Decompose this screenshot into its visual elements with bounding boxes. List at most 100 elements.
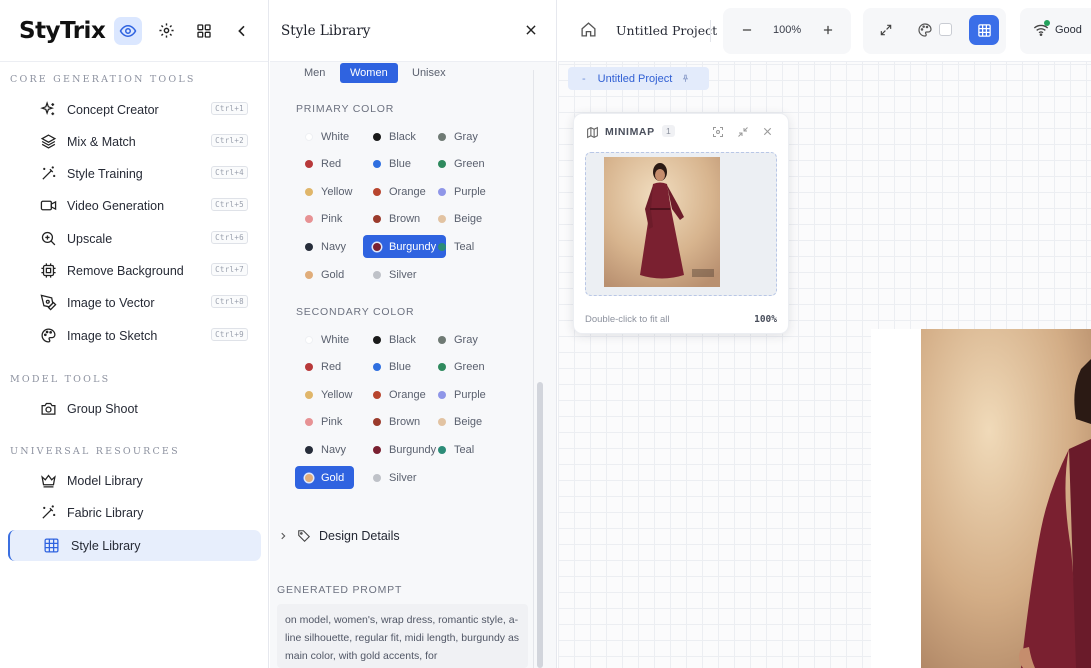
secondary-color-purple[interactable]: Purple: [438, 383, 486, 406]
minimap-close-button[interactable]: [762, 126, 773, 137]
color-label: White: [321, 130, 350, 143]
gender-option-unisex[interactable]: Unisex: [412, 63, 446, 83]
shortcut-badge: Ctrl+5: [211, 198, 248, 211]
primary-color-brown[interactable]: Brown: [373, 208, 420, 231]
sidebar: StyTrix CORE GENERATION TOOLS Concept Cr…: [0, 0, 269, 668]
theme-button[interactable]: [917, 22, 933, 38]
color-label: Navy: [321, 240, 347, 253]
color-label: Gray: [454, 333, 478, 346]
secondary-color-brown[interactable]: Brown: [373, 411, 420, 434]
primary-color-pink[interactable]: Pink: [305, 208, 342, 231]
secondary-color-red[interactable]: Red: [305, 356, 341, 379]
primary-color-red[interactable]: Red: [305, 153, 341, 176]
primary-color-white[interactable]: White: [305, 125, 349, 148]
preview-toggle-button[interactable]: [114, 16, 143, 45]
secondary-color-beige[interactable]: Beige: [438, 411, 482, 434]
close-icon: [526, 25, 536, 35]
color-swatch: [373, 335, 381, 344]
secondary-color-silver[interactable]: Silver: [373, 466, 417, 489]
sidebar-item-label: Image to Vector: [67, 295, 155, 310]
secondary-color-teal[interactable]: Teal: [438, 438, 474, 461]
secondary-color-gray[interactable]: Gray: [438, 328, 478, 351]
sidebar-item-concept-creator[interactable]: Concept Creator Ctrl+1: [8, 94, 261, 125]
color-swatch: [305, 445, 313, 454]
zoom-in-button[interactable]: [821, 23, 835, 37]
scrollbar-thumb[interactable]: [537, 382, 543, 668]
sidebar-item-video-generation[interactable]: Video Generation Ctrl+5: [8, 190, 261, 221]
home-button[interactable]: [580, 21, 597, 38]
canvas-image[interactable]: [871, 329, 1091, 668]
sidebar-item-fabric-library[interactable]: Fabric Library: [8, 497, 261, 528]
sidebar-item-image-to-sketch[interactable]: Image to Sketch Ctrl+9: [8, 320, 261, 351]
color-swatch: [438, 160, 446, 169]
minimap-hint: Double-click to fit all: [585, 314, 670, 325]
primary-color-navy[interactable]: Navy: [305, 235, 346, 258]
primary-color-silver[interactable]: Silver: [373, 263, 417, 286]
settings-button[interactable]: [152, 17, 180, 45]
sidebar-item-style-training[interactable]: Style Training Ctrl+4: [8, 158, 261, 189]
canvas-image-photo: [921, 329, 1091, 668]
secondary-color-orange[interactable]: Orange: [373, 383, 426, 406]
secondary-color-yellow[interactable]: Yellow: [305, 383, 352, 406]
collapse-sidebar-button[interactable]: [228, 17, 256, 45]
gender-option-men[interactable]: Men: [304, 63, 325, 83]
close-panel-button[interactable]: [524, 23, 538, 37]
zoom-out-button[interactable]: [740, 23, 754, 37]
primary-color-green[interactable]: Green: [438, 153, 485, 176]
primary-color-teal[interactable]: Teal: [438, 235, 474, 258]
primary-color-burgundy[interactable]: Burgundy: [363, 235, 447, 259]
minimap-collapse-button[interactable]: [737, 126, 749, 138]
tab-label: Untitled Project: [597, 72, 673, 85]
background-swatch[interactable]: [939, 23, 952, 36]
sidebar-item-label: Group Shoot: [67, 401, 138, 416]
primary-color-black[interactable]: Black: [373, 125, 416, 148]
gender-option-women[interactable]: Women: [340, 63, 398, 83]
magic-wand-icon: [42, 166, 56, 180]
sidebar-item-label: Concept Creator: [67, 102, 159, 117]
secondary-color-blue[interactable]: Blue: [373, 356, 411, 379]
fit-view-button[interactable]: [879, 23, 893, 37]
secondary-color-white[interactable]: White: [305, 328, 349, 351]
home-icon: [581, 22, 596, 37]
secondary-color-black[interactable]: Black: [373, 328, 416, 351]
secondary-color-green[interactable]: Green: [438, 356, 485, 379]
tab-untitled-project[interactable]: - Untitled Project: [568, 67, 709, 90]
secondary-color-burgundy[interactable]: Burgundy: [373, 438, 436, 461]
design-details-label: Design Details: [319, 529, 400, 543]
secondary-color-pink[interactable]: Pink: [305, 411, 342, 434]
sidebar-item-style-library[interactable]: Style Library: [8, 530, 261, 561]
grid-toggle-button[interactable]: [969, 15, 999, 45]
grid-icon: [977, 23, 991, 37]
generated-prompt-label: GENERATED PROMPT: [277, 584, 403, 596]
secondary-color-navy[interactable]: Navy: [305, 438, 346, 461]
sidebar-item-group-shoot[interactable]: Group Shoot: [8, 393, 261, 424]
sidebar-item-remove-background[interactable]: Remove Background Ctrl+7: [8, 255, 261, 286]
minimap-panel[interactable]: MINIMAP 1 Double-click to fit all 100%: [573, 113, 789, 334]
apps-grid-button[interactable]: [190, 17, 218, 45]
sidebar-item-upscale[interactable]: Upscale Ctrl+6: [8, 223, 261, 254]
sidebar-item-model-library[interactable]: Model Library: [8, 465, 261, 496]
primary-color-beige[interactable]: Beige: [438, 208, 482, 231]
shortcut-badge: Ctrl+7: [211, 263, 248, 276]
primary-color-gray[interactable]: Gray: [438, 125, 478, 148]
design-details-toggle[interactable]: Design Details: [278, 524, 530, 548]
minimap-focus-button[interactable]: [712, 126, 724, 138]
shortcut-badge: Ctrl+6: [211, 231, 248, 244]
primary-color-gold[interactable]: Gold: [305, 263, 344, 286]
project-title[interactable]: Untitled Project: [616, 23, 717, 38]
primary-color-blue[interactable]: Blue: [373, 153, 411, 176]
generated-prompt-text[interactable]: on model, women's, wrap dress, romantic …: [277, 604, 528, 668]
color-swatch: [305, 160, 313, 169]
minimap-viewport[interactable]: [585, 152, 777, 296]
secondary-color-gold[interactable]: Gold: [295, 466, 355, 489]
primary-color-orange[interactable]: Orange: [373, 180, 426, 203]
sidebar-item-image-to-vector[interactable]: Image to Vector Ctrl+8: [8, 287, 261, 318]
canvas-area[interactable]: Untitled Project 100% Good - Untitled Pr…: [558, 0, 1091, 668]
app-logo[interactable]: StyTrix: [19, 18, 106, 44]
primary-color-yellow[interactable]: Yellow: [305, 180, 352, 203]
color-label: Burgundy: [389, 240, 437, 253]
primary-color-purple[interactable]: Purple: [438, 180, 486, 203]
color-label: Brown: [389, 213, 421, 226]
sidebar-item-mix-match[interactable]: Mix & Match Ctrl+2: [8, 126, 261, 157]
magic-wand-icon: [42, 505, 56, 519]
